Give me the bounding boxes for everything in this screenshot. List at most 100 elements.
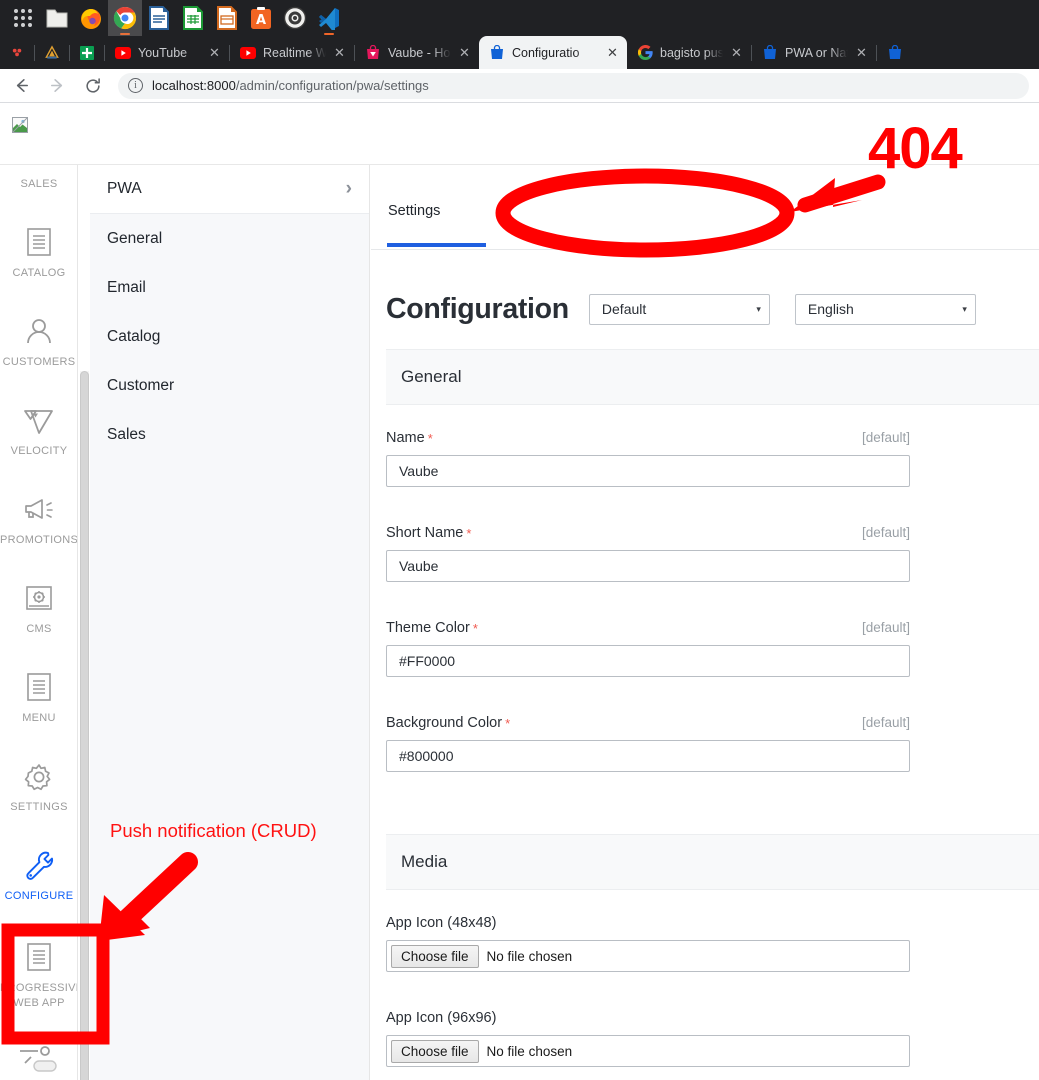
file-status-text: No file chosen [486,948,573,964]
field-default-tag: [default] [861,430,910,445]
browser-tab-pwa-or-native[interactable]: PWA or Nati ✕ [752,36,876,69]
address-bar[interactable]: i localhost:8000/admin/configuration/pwa… [118,72,1029,99]
sidebar-label: PROMOTIONS [0,534,78,547]
admin-icon-rail: SALES CATALOG CUSTOMERS VELOCITY PROMOTI [0,165,78,1080]
broken-logo-image-icon [12,117,28,133]
field-label-row: Name * [default] [386,430,910,446]
submenu-item-email[interactable]: Email [90,263,369,312]
app-grid-icon[interactable] [6,0,40,36]
field-default-tag: [default] [861,715,910,730]
bar-chart-icon [22,165,56,173]
field-label-row: App Icon (96x96) [386,1010,910,1026]
submenu-item-pwa[interactable]: PWA › [90,165,369,214]
tab-close-icon[interactable]: ✕ [206,44,223,61]
browser-tab-youtube[interactable]: YouTube ✕ [105,36,229,69]
annotation-push-note: Push notification (CRUD) [110,820,317,841]
sidebar-item-cms[interactable]: CMS [0,564,77,653]
sidebar-item-catalog[interactable]: CATALOG [0,208,77,297]
libreoffice-impress-icon[interactable] [210,0,244,36]
back-button[interactable] [6,71,36,101]
choose-file-button[interactable]: Choose file [391,944,479,968]
sidebar-label: MENU [22,712,56,725]
theme-color-input[interactable] [386,645,910,677]
field-app-icon-96: App Icon (96x96) Choose file No file cho… [386,1010,1039,1067]
pinned-tab-3[interactable] [70,36,104,69]
choose-file-button[interactable]: Choose file [391,1039,479,1063]
tab-close-icon[interactable]: ✕ [728,44,745,61]
browser-tab-bagisto-push[interactable]: bagisto push ✕ [627,36,751,69]
chevron-right-icon: › [345,178,352,199]
chevron-down-icon: ▾ [962,303,967,314]
tab-close-icon[interactable]: ✕ [331,44,348,61]
locale-select[interactable]: English ▾ [794,293,976,325]
libreoffice-calc-icon[interactable] [176,0,210,36]
sidebar-item-sales[interactable]: SALES [0,165,77,208]
gear-frame-icon [23,580,55,618]
sidebar-label: VELOCITY [10,445,68,458]
field-label-row: Short Name * [default] [386,525,910,541]
sidebar-label: PROGRESSIVE WEB APP [0,982,78,1009]
forward-button[interactable] [42,71,72,101]
required-marker: * [466,526,472,541]
submenu-item-customer[interactable]: Customer [90,361,369,410]
sidebar-item-customers[interactable]: CUSTOMERS [0,297,77,386]
chrome-icon[interactable] [108,0,142,36]
url-path: /admin/configuration/pwa/settings [235,78,429,93]
tab-title: YouTube [138,45,188,60]
pinned-tab-2[interactable] [35,36,69,69]
required-marker: * [427,431,433,446]
sidebar-item-menu[interactable]: MENU [0,653,77,742]
firefox-icon[interactable] [74,0,108,36]
annotation-404-label: 404 [868,116,963,181]
tab-close-icon[interactable]: ✕ [456,44,473,61]
browser-tab-vaube-home[interactable]: Vaube - Hom ✕ [355,36,479,69]
field-label: Theme Color [386,620,470,636]
sidebar-item-partial[interactable] [0,1030,77,1080]
tab-close-icon[interactable]: ✕ [853,44,870,61]
settings-icon[interactable] [278,0,312,36]
sidebar-label: SETTINGS [10,801,68,814]
tab-settings[interactable]: Settings [388,203,440,235]
short-name-input[interactable] [386,550,910,582]
android-studio-icon[interactable]: A [244,0,278,36]
page-title: Configuration [386,292,569,325]
vscode-icon[interactable] [312,0,346,36]
blue-bag-icon [887,45,903,61]
field-short-name: Short Name * [default] [386,525,1039,582]
reload-button[interactable] [78,71,108,101]
submenu-item-catalog[interactable]: Catalog [90,312,369,361]
megaphone-icon [22,491,56,529]
submenu-item-sales[interactable]: Sales [90,410,369,459]
files-icon[interactable] [40,0,74,36]
tab-close-icon[interactable]: ✕ [604,44,621,61]
browser-tab-overflow[interactable] [877,36,917,69]
app-icon-96-file-input[interactable]: Choose file No file chosen [386,1035,910,1067]
browser-tab-configuration[interactable]: Configuratio ✕ [479,36,627,69]
google-icon [637,45,653,61]
sidebar-item-settings[interactable]: SETTINGS [0,742,77,831]
submenu-item-general[interactable]: General [90,214,369,263]
sidebar-item-configure[interactable]: CONFIGURE [0,831,77,920]
store-select[interactable]: Default ▾ [588,293,770,325]
page-viewport: SALES CATALOG CUSTOMERS VELOCITY PROMOTI [0,103,1039,1080]
app-icon-48-file-input[interactable]: Choose file No file chosen [386,940,910,972]
person-icon [23,313,55,351]
sidebar-item-promotions[interactable]: PROMOTIONS [0,475,78,564]
pinned-tab-1[interactable] [0,36,34,69]
submenu-label: General [107,229,163,247]
libreoffice-writer-icon[interactable] [142,0,176,36]
field-label-row: Background Color * [default] [386,715,910,731]
double-check-icon [22,402,56,440]
background-color-input[interactable] [386,740,910,772]
submenu-label: Email [107,278,146,296]
site-info-icon[interactable]: i [128,78,143,93]
field-default-tag: [default] [861,620,910,635]
youtube-icon [115,45,131,61]
name-input[interactable] [386,455,910,487]
sidebar-item-velocity[interactable]: VELOCITY [0,386,77,475]
browser-tab-realtime-web[interactable]: Realtime We ✕ [230,36,354,69]
youtube-icon [240,45,256,61]
sidebar-item-progressive-web-app[interactable]: PROGRESSIVE WEB APP [0,920,78,1030]
document-lines-icon [24,669,54,707]
rail-scrollbar-thumb[interactable] [80,371,89,1080]
